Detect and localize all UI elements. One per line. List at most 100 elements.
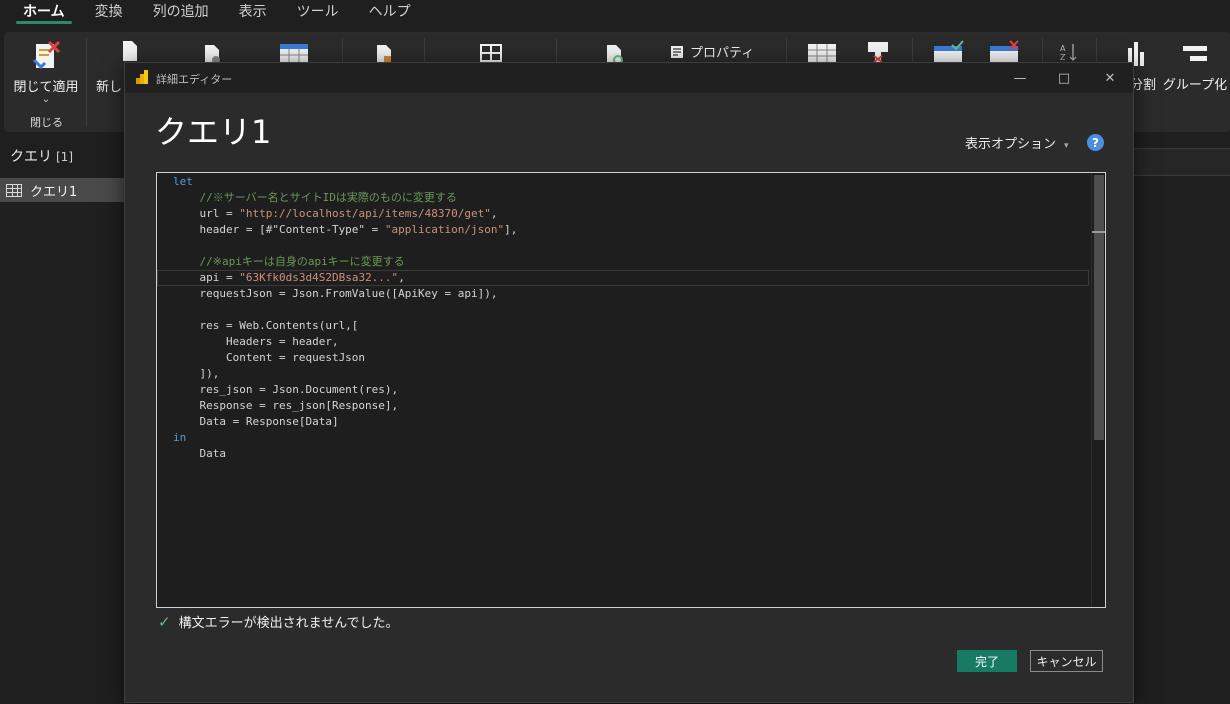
code-content[interactable]: let //※サーバー名とサイトIDは実際のものに変更する url = "htt… (157, 173, 1089, 462)
svg-text:A: A (1060, 44, 1066, 53)
code-line: ]), (157, 366, 1089, 382)
svg-text:Z: Z (1060, 53, 1066, 62)
tab-tools[interactable]: ツール (282, 0, 354, 28)
tab-help[interactable]: ヘルプ (354, 0, 426, 28)
tab-add-column[interactable]: 列の追加 (138, 0, 224, 28)
advanced-editor-dialog: 詳細エディター — □ ✕ クエリ1 表示オプション ▾ ? let //※サーバ… (124, 62, 1134, 703)
menu-bar: ホーム 変換 列の追加 表示 ツール ヘルプ (0, 0, 1230, 30)
done-button[interactable]: 完了 (957, 650, 1017, 672)
code-text: res = Web.Contents(url,[ (173, 319, 359, 332)
display-options-label: 表示オプション (965, 137, 1057, 152)
code-line: res_json = Json.Document(res), (157, 382, 1089, 398)
query-item-label: クエリ1 (30, 184, 78, 200)
code-line: res = Web.Contents(url,[ (157, 318, 1089, 334)
code-line-current: api = "63Kfk0ds3d4S2DBsa32...", (157, 270, 1089, 286)
minimize-button[interactable]: — (1007, 67, 1033, 89)
code-string: "application/json" (384, 223, 505, 236)
close-button[interactable]: ✕ (1097, 67, 1123, 89)
code-line: header = [#"Content-Type" = "application… (157, 222, 1089, 238)
queries-count: [1] (56, 150, 73, 164)
power-query-app: ホーム 変換 列の追加 表示 ツール ヘルプ 閉じて適用 ⌄ 閉じる 新し プロ… (0, 0, 1230, 704)
scrollbar-thumb[interactable] (1094, 175, 1104, 440)
code-text: res_json = Json.Document(res), (173, 383, 399, 396)
dialog-titlebar: 詳細エディター — □ ✕ (125, 63, 1133, 93)
code-line: Headers = header, (157, 334, 1089, 350)
manage-parameters-icon (480, 44, 502, 62)
enter-data-icon (280, 44, 308, 62)
data-source-settings-icon (377, 45, 391, 63)
code-line: in (157, 430, 1089, 446)
code-line: Content = requestJson (157, 350, 1089, 366)
remove-columns-icon (868, 42, 888, 63)
ribbon-divider (86, 38, 87, 126)
group-by-button[interactable]: グループ化 (1160, 40, 1230, 93)
tab-transform[interactable]: 変換 (80, 0, 138, 28)
code-editor[interactable]: let //※サーバー名とサイトIDは実際のものに変更する url = "htt… (156, 172, 1106, 608)
properties-button[interactable]: プロパティ (670, 42, 754, 61)
chevron-down-icon: ▾ (1064, 141, 1069, 151)
vertical-scrollbar[interactable] (1091, 173, 1105, 607)
code-text: api = (173, 271, 240, 284)
code-line: //※apiキーは自身のapiキーに変更する (157, 254, 1089, 270)
code-keyword: let (173, 175, 193, 188)
close-apply-icon (32, 40, 61, 70)
code-text: , (490, 207, 498, 220)
formula-bar-strip (1134, 148, 1230, 176)
code-text: Data (173, 447, 226, 460)
code-comment: //※apiキーは自身のapiキーに変更する (173, 255, 405, 268)
maximize-button[interactable]: □ (1051, 67, 1077, 89)
close-apply-label: 閉じて適用 (13, 80, 79, 95)
cancel-button[interactable]: キャンセル (1030, 650, 1103, 672)
recent-sources-icon (205, 45, 220, 64)
scrollbar-marker (1092, 231, 1105, 233)
code-text: url = (173, 207, 240, 220)
tab-home[interactable]: ホーム (8, 0, 80, 28)
code-text: Response = res_json[Response], (173, 399, 399, 412)
sort-az-icon: AZ (1060, 44, 1077, 62)
code-string: "http://localhost/api/items/48370/get" (239, 207, 491, 220)
code-line: //※サーバー名とサイトIDは実際のものに変更する (157, 190, 1089, 206)
new-source-icon (123, 41, 137, 61)
code-text: Headers = header, (173, 335, 339, 348)
help-icon[interactable]: ? (1087, 134, 1104, 151)
syntax-status-text: 構文エラーが検出されませんでした。 (178, 616, 399, 631)
table-icon (6, 183, 22, 197)
properties-label: プロパティ (690, 46, 755, 61)
code-line: Data (157, 446, 1089, 462)
remove-rows-icon (990, 40, 1019, 62)
code-text: ], (504, 223, 518, 236)
code-text: Data = Response[Data] (173, 415, 339, 428)
refresh-preview-icon (607, 45, 623, 64)
check-icon: ✓ (158, 612, 171, 631)
power-bi-logo-icon (136, 70, 148, 84)
code-line: Data = Response[Data] (157, 414, 1089, 430)
dialog-window-title: 詳細エディター (156, 73, 233, 86)
code-text: ]), (173, 367, 220, 380)
code-comment: //※サーバー名とサイトIDは実際のものに変更する (173, 191, 457, 204)
code-text: , (398, 271, 405, 284)
display-options-dropdown[interactable]: 表示オプション ▾ (965, 133, 1069, 152)
code-line: requestJson = Json.FromValue([ApiKey = a… (157, 286, 1089, 302)
chevron-down-icon: ⌄ (41, 94, 51, 105)
group-by-label: グループ化 (1162, 78, 1228, 93)
tab-view[interactable]: 表示 (224, 0, 282, 28)
group-by-icon (1183, 46, 1207, 61)
code-keyword: in (173, 431, 187, 444)
query-list-item[interactable]: クエリ1 (0, 178, 124, 202)
properties-icon (671, 45, 683, 58)
syntax-status: ✓ 構文エラーが検出されませんでした。 (158, 612, 399, 632)
keep-rows-icon (934, 40, 964, 62)
code-line: let (157, 174, 1089, 190)
query-title: クエリ1 (155, 113, 272, 151)
close-apply-button[interactable]: 閉じて適用 ⌄ (12, 40, 80, 105)
queries-pane-label: クエリ (10, 149, 52, 165)
code-string: "63Kfk0ds3d4S2DBsa32..." (239, 271, 399, 284)
code-text: requestJson = Json.FromValue([ApiKey = a… (173, 287, 498, 300)
code-line: url = "http://localhost/api/items/48370/… (157, 206, 1089, 222)
code-line: Response = res_json[Response], (157, 398, 1089, 414)
queries-pane-title: クエリ [1] (10, 146, 73, 166)
close-group-label: 閉じる (30, 116, 63, 129)
choose-columns-icon (808, 44, 836, 62)
